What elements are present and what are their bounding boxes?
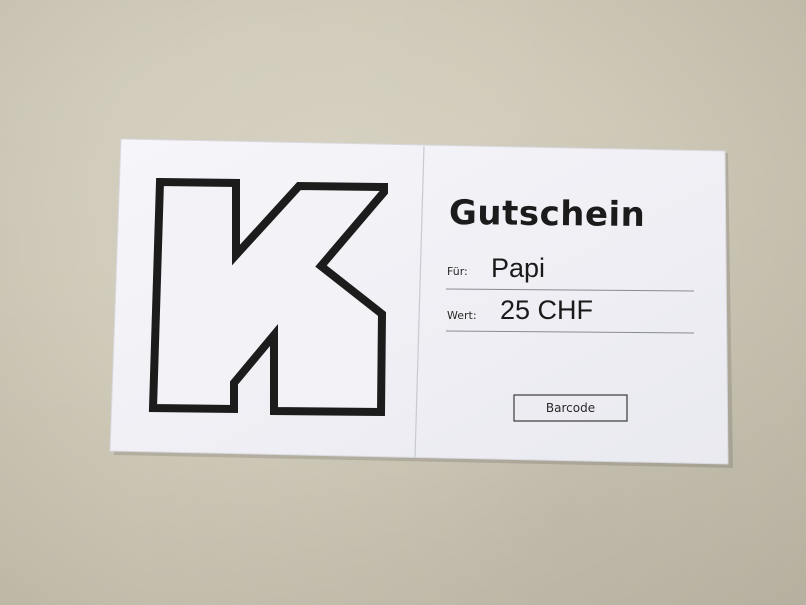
barcode-label: Barcode bbox=[545, 401, 596, 415]
recipient-value: Papi bbox=[491, 253, 546, 283]
recipient-label: Für: bbox=[447, 265, 468, 278]
voucher-title: Gutschein bbox=[448, 193, 646, 236]
value-amount: 25 CHF bbox=[500, 295, 594, 325]
voucher-card bbox=[109, 138, 733, 468]
value-label: Wert: bbox=[447, 309, 477, 322]
